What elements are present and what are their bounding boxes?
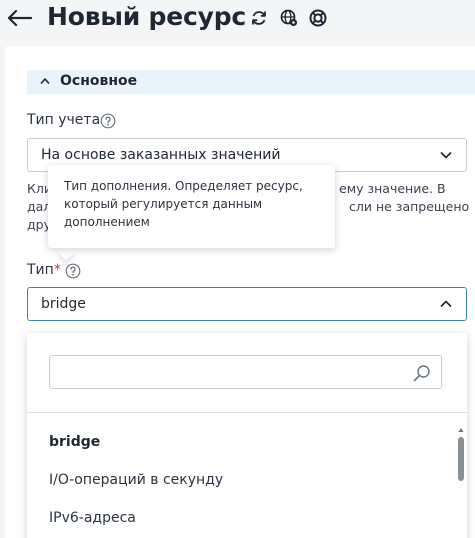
globe-gear-icon[interactable]: [280, 9, 298, 27]
accounting-type-label: Тип учета: [27, 112, 101, 128]
accounting-type-value: На основе заказанных значений: [41, 147, 281, 163]
type-select[interactable]: bridge: [27, 287, 467, 321]
type-tooltip: Тип дополнения. Определяет ресурс, котор…: [48, 165, 335, 248]
refresh-icon[interactable]: [250, 9, 268, 27]
chevron-up-icon[interactable]: [40, 77, 50, 85]
lifebuoy-icon[interactable]: [309, 9, 327, 27]
dropdown-option-ipv6[interactable]: IPv6-адреса: [49, 510, 136, 526]
type-dropdown: bridge I/O-операций в секунду IPv6-адрес…: [27, 333, 467, 538]
tooltip-line: который регулируется данным: [64, 197, 263, 211]
dropdown-scrollbar[interactable]: [458, 428, 464, 538]
hint-fragment: сли не запрещено: [349, 199, 470, 214]
help-icon[interactable]: [65, 263, 81, 279]
scroll-up-icon[interactable]: [458, 427, 464, 433]
chevron-down-icon: [440, 151, 452, 159]
hint-fragment: ему значение. В: [339, 181, 446, 196]
page-header: Новый ресурс: [0, 0, 475, 40]
tooltip-line: дополнением: [64, 215, 150, 229]
page-title: Новый ресурс: [47, 2, 247, 31]
type-label: Тип*: [27, 262, 61, 278]
tooltip-line: Тип дополнения. Определяет ресурс,: [64, 179, 303, 193]
dropdown-search-input[interactable]: [49, 355, 442, 389]
back-arrow-icon[interactable]: [6, 8, 32, 28]
section-title: Основное: [60, 73, 138, 89]
search-icon: [413, 365, 430, 382]
chevron-up-icon: [440, 300, 452, 308]
type-value: bridge: [41, 296, 86, 312]
type-label-text: Тип: [27, 262, 54, 278]
dropdown-divider: [27, 412, 467, 413]
dropdown-option-iops[interactable]: I/O-операций в секунду: [49, 472, 223, 488]
scrollbar-thumb[interactable]: [458, 437, 464, 481]
required-mark: *: [53, 262, 61, 278]
help-icon[interactable]: [100, 113, 116, 129]
dropdown-option-bridge[interactable]: bridge: [49, 434, 100, 450]
